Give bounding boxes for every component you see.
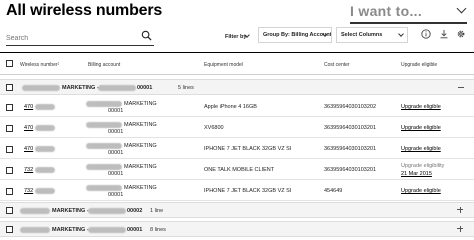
cost-center: 36395964030103201 — [324, 125, 377, 131]
group-account-suffix: 00001 — [137, 85, 153, 91]
upgrade-eligible-link[interactable]: Upgrade eligible — [401, 125, 441, 131]
billing-account-name: MARKETING — [124, 122, 157, 128]
group-line-count: 8 lines — [150, 227, 166, 233]
column-header-equipment-model[interactable]: Equipment model — [204, 62, 243, 68]
row-checkbox[interactable] — [6, 104, 13, 111]
collapse-icon[interactable] — [458, 87, 464, 88]
upgrade-date-link[interactable]: 21 Mar 2015 — [401, 171, 432, 177]
search-input[interactable] — [6, 28, 136, 44]
download-icon[interactable] — [439, 29, 449, 39]
group-row[interactable]: MARKETING - 00002 1 line — [0, 202, 474, 218]
redacted-text — [86, 122, 122, 128]
redacted-text — [98, 85, 136, 91]
cost-center: 36395964030103201 — [324, 146, 377, 152]
billing-account-suffix: 00001 — [108, 150, 124, 156]
group-by-select[interactable]: Group By: Billing Account — [258, 27, 332, 43]
group-by-label: Group By: Billing Account — [263, 32, 332, 38]
redacted-text — [86, 185, 122, 191]
redacted-text — [88, 227, 126, 233]
redacted-text — [20, 208, 50, 214]
billing-account-name: MARKETING — [124, 143, 157, 149]
wireless-number-link[interactable]: 470 — [24, 104, 33, 110]
select-columns-select[interactable]: Select Columns — [336, 27, 408, 43]
gear-icon[interactable] — [456, 29, 466, 39]
upgrade-eligible-link[interactable]: Upgrade eligible — [401, 104, 441, 110]
upgrade-eligibility-text: Upgrade eligibility — [401, 163, 445, 169]
group-row[interactable]: MARKETING - 00001 5 lines — [0, 79, 474, 95]
row-checkbox[interactable] — [6, 188, 13, 195]
i-want-to-dropdown[interactable]: I want to... — [350, 3, 467, 24]
search-box — [6, 28, 154, 46]
equipment-model: IPHONE 7 JET BLACK 32GB VZ SI — [204, 188, 292, 194]
redacted-text — [86, 143, 122, 149]
table-row: 470 MARKETING 00001 IPHONE 7 JET BLACK 3… — [0, 139, 474, 159]
column-header-wireless-number[interactable]: Wireless number — [20, 62, 58, 68]
wireless-number-link[interactable]: 470 — [24, 125, 33, 131]
wireless-number-link[interactable]: 732 — [24, 167, 33, 173]
expand-icon[interactable] — [456, 225, 464, 233]
cost-center: 454649 — [324, 188, 343, 194]
table-row: 732 MARKETING 00001 IPHONE 7 JET BLACK 3… — [0, 181, 474, 201]
cost-center: 36395964030103201 — [324, 167, 377, 173]
search-icon[interactable] — [141, 30, 152, 41]
sort-icon[interactable]: ↕ — [57, 61, 60, 67]
column-header-cost-center[interactable]: Cost center — [324, 62, 350, 68]
i-want-to-label: I want to... — [350, 3, 423, 19]
chevron-down-icon — [456, 3, 467, 14]
table-row: 470 MARKETING 00001 XV6800 3639596403010… — [0, 118, 474, 138]
group-checkbox[interactable] — [6, 207, 13, 214]
group-account-suffix: 00002 — [127, 208, 143, 214]
redacted-text — [35, 167, 55, 173]
header-divider — [0, 52, 474, 53]
group-line-count: 5 lines — [178, 85, 194, 91]
group-account-suffix: 00001 — [127, 227, 143, 233]
redacted-text — [88, 208, 126, 214]
group-account-name: MARKETING - — [62, 85, 99, 91]
group-row[interactable]: MARKETING - 00001 8 lines — [0, 221, 474, 237]
billing-account-suffix: 00001 — [108, 192, 124, 198]
select-columns-label: Select Columns — [341, 32, 383, 38]
column-header-upgrade-eligible[interactable]: Upgrade eligible — [401, 62, 437, 68]
header-bottom-divider — [0, 74, 474, 75]
group-checkbox[interactable] — [6, 226, 13, 233]
equipment-model: XV6800 — [204, 125, 224, 131]
billing-account-suffix: 00001 — [108, 171, 124, 177]
redacted-text — [35, 146, 55, 152]
group-account-name: MARKETING - — [52, 208, 89, 214]
equipment-model: ONE TALK MOBILE CLIENT — [204, 167, 275, 173]
select-all-checkbox[interactable] — [6, 60, 13, 67]
equipment-model: IPHONE 7 JET BLACK 32GB VZ SI — [204, 146, 292, 152]
expand-icon[interactable] — [456, 206, 464, 214]
group-account-name: MARKETING - — [52, 227, 89, 233]
redacted-text — [20, 227, 50, 233]
page-title: All wireless numbers — [6, 2, 163, 19]
equipment-model: Apple iPhone 4 16GB — [204, 104, 257, 110]
column-header-billing-account[interactable]: Billing account — [88, 62, 120, 68]
upgrade-eligible-link[interactable]: Upgrade eligible — [401, 146, 441, 152]
redacted-text — [86, 101, 122, 107]
row-checkbox[interactable] — [6, 167, 13, 174]
info-icon[interactable] — [421, 29, 431, 39]
chevron-down-icon — [398, 31, 404, 37]
upgrade-eligible-link[interactable]: Upgrade eligible — [401, 188, 441, 194]
redacted-text — [35, 188, 55, 194]
billing-account-name: MARKETING — [124, 185, 157, 191]
row-checkbox[interactable] — [6, 146, 13, 153]
billing-account-name: MARKETING — [124, 164, 157, 170]
table-row: 470 MARKETING 00001 Apple iPhone 4 16GB … — [0, 97, 474, 117]
wireless-number-link[interactable]: 732 — [24, 188, 33, 194]
table-row: 732 MARKETING 00001 ONE TALK MOBILE CLIE… — [0, 160, 474, 180]
billing-account-name: MARKETING — [124, 101, 157, 107]
billing-account-suffix: 00001 — [108, 108, 124, 114]
redacted-text — [22, 85, 60, 91]
row-checkbox[interactable] — [6, 125, 13, 132]
cost-center: 36395964030103202 — [324, 104, 377, 110]
wireless-number-link[interactable]: 470 — [24, 146, 33, 152]
billing-account-suffix: 00001 — [108, 129, 124, 135]
group-checkbox[interactable] — [6, 84, 13, 91]
redacted-text — [35, 104, 55, 110]
redacted-text — [35, 125, 55, 131]
group-line-count: 1 line — [150, 208, 164, 214]
redacted-text — [86, 164, 122, 170]
